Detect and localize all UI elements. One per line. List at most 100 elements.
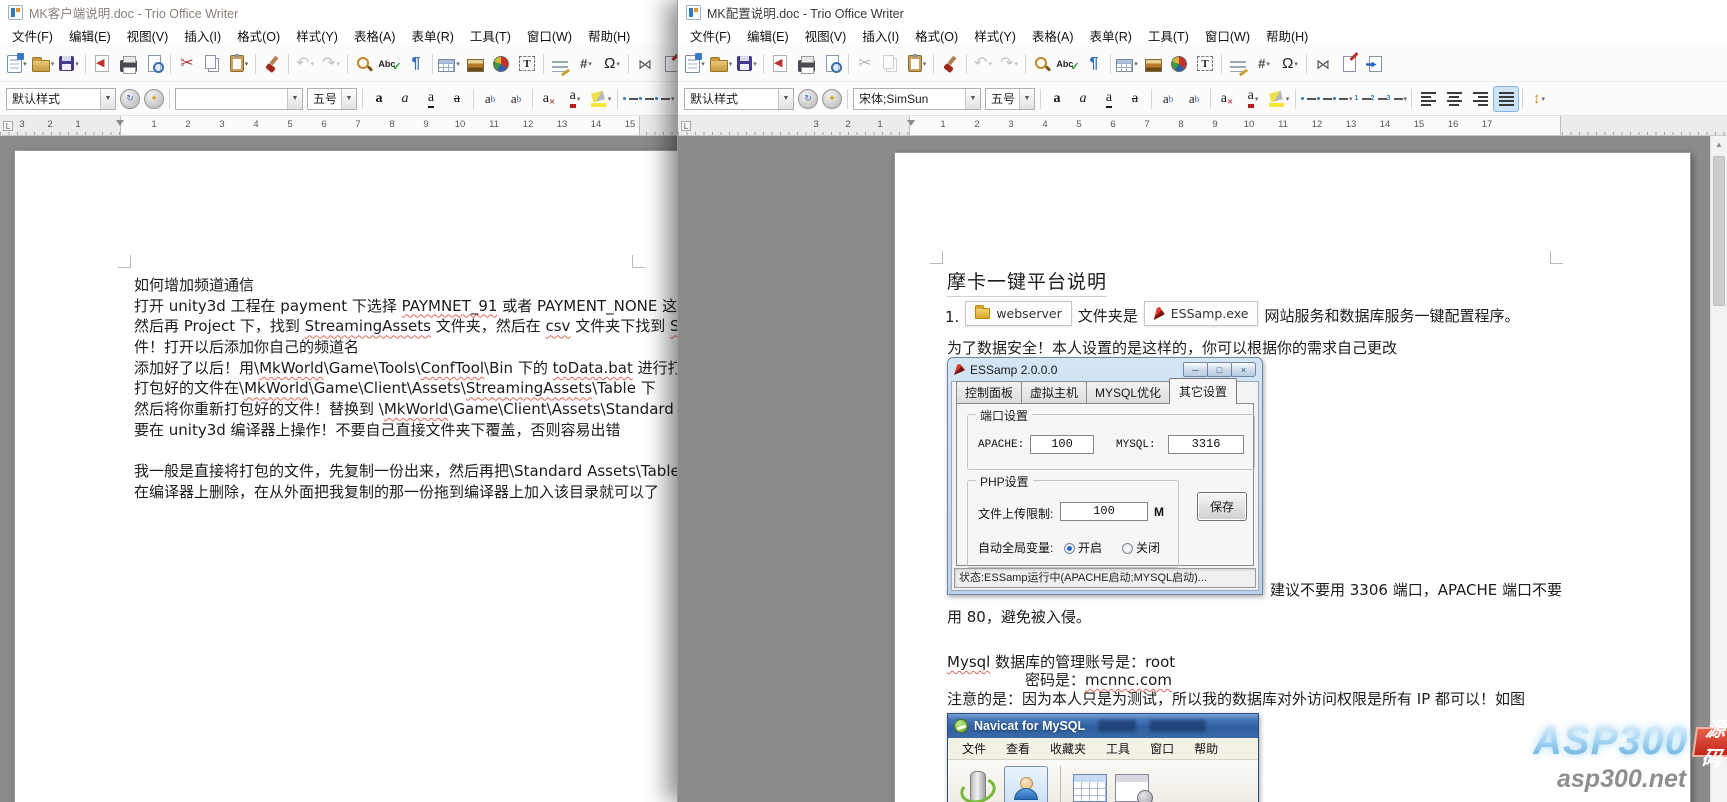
vertical-scrollbar[interactable]: ▲ (1710, 136, 1727, 802)
special-character-icon[interactable]: Ω▾ (599, 51, 625, 77)
chevron-down-icon[interactable]: ▾ (1349, 95, 1353, 103)
font-color-icon[interactable]: a▾ (1240, 86, 1266, 112)
menu-item-10[interactable]: 帮助(H) (1258, 24, 1316, 47)
text-box-icon[interactable]: T (1192, 51, 1218, 77)
chevron-down-icon[interactable]: ▾ (310, 60, 314, 68)
chevron-down-icon[interactable]: ▼ (778, 89, 793, 109)
spell-check-icon[interactable]: Abc✓ (1055, 51, 1081, 77)
webserver-folder-image[interactable]: webserver (965, 301, 1071, 326)
bullet-list-icon[interactable]: ▾ (621, 86, 676, 112)
chevron-down-icon[interactable]: ▾ (608, 95, 612, 103)
insert-field-icon[interactable] (547, 51, 573, 77)
chevron-down-icon[interactable]: ▼ (1019, 89, 1034, 109)
menu-item-3[interactable]: 插入(I) (854, 24, 907, 47)
print-icon[interactable] (793, 51, 819, 77)
chevron-down-icon[interactable]: ▾ (988, 60, 992, 68)
insert-image-icon[interactable] (1140, 51, 1166, 77)
superscript-icon[interactable]: ab (477, 86, 503, 112)
insert-comment-icon[interactable] (658, 51, 677, 77)
chevron-down-icon[interactable]: ▾ (671, 95, 675, 103)
cut-icon[interactable]: ✂ (174, 51, 200, 77)
bold-icon[interactable]: a (1044, 86, 1070, 112)
paste-icon[interactable]: ▾ (904, 51, 930, 77)
chevron-down-icon[interactable]: ▾ (729, 60, 733, 68)
insert-chart-icon[interactable] (1166, 51, 1192, 77)
chevron-down-icon[interactable]: ▾ (923, 60, 927, 68)
menu-item-1[interactable]: 编辑(E) (739, 24, 797, 47)
chevron-down-icon[interactable]: ▾ (1286, 95, 1290, 103)
titlebar-right[interactable]: MK配置说明.doc - Trio Office Writer (678, 0, 1727, 24)
menu-item-4[interactable]: 窗口 (1140, 738, 1184, 759)
menu-item-7[interactable]: 表单(R) (1082, 24, 1140, 47)
menu-item-8[interactable]: 工具(T) (1140, 24, 1197, 47)
update-style-button[interactable] (120, 89, 140, 109)
menu-item-3[interactable]: 工具 (1096, 738, 1140, 759)
chevron-down-icon[interactable]: ▾ (75, 60, 79, 68)
bold-icon[interactable]: a (366, 86, 392, 112)
subscript-icon[interactable]: ab (503, 86, 529, 112)
essamp-exe-image[interactable]: ESSamp.exe (1144, 301, 1259, 326)
formatting-marks-icon[interactable]: ¶ (1081, 51, 1107, 77)
text-box-icon[interactable]: T (514, 51, 540, 77)
strikethrough-icon[interactable]: a (1122, 86, 1148, 112)
underline-icon[interactable]: a (1096, 86, 1122, 112)
chevron-down-icon[interactable]: ▾ (245, 60, 249, 68)
font-size-combo[interactable]: 五号▼ (985, 88, 1035, 110)
document-page-left[interactable]: 如何增加频道通信打开 unity3d 工程在 payment 下选择 PAYMN… (14, 150, 677, 802)
chevron-down-icon[interactable]: ▾ (588, 60, 592, 68)
clone-formatting-icon[interactable] (937, 51, 963, 77)
chevron-down-icon[interactable]: ▼ (341, 89, 356, 109)
chevron-down-icon[interactable]: ▾ (616, 60, 620, 68)
menu-item-8[interactable]: 工具(T) (462, 24, 519, 47)
export-pdf-icon[interactable] (767, 51, 793, 77)
menu-item-2[interactable]: 视图(V) (119, 24, 177, 47)
menu-item-0[interactable]: 文件(F) (682, 24, 739, 47)
paragraph-style-combo[interactable]: 默认样式▼ (6, 88, 116, 110)
insert-table-icon[interactable]: ▾ (436, 51, 462, 77)
indent-marker[interactable] (907, 120, 915, 126)
horizontal-ruler-left[interactable]: 321123456789101112131415 (0, 116, 677, 136)
highlight-color-icon[interactable]: ▾ (1266, 86, 1292, 112)
document-page-right[interactable]: 摩卡一键平台说明 1. webserver 文件夹是 ESSamp.exe 网站… (894, 152, 1691, 802)
save-icon[interactable]: ▾ (56, 51, 82, 77)
align-center-icon[interactable] (1441, 86, 1467, 112)
chevron-down-icon[interactable]: ▾ (701, 60, 705, 68)
chevron-down-icon[interactable]: ▾ (51, 60, 55, 68)
menu-item-6[interactable]: 表格(A) (346, 24, 404, 47)
print-preview-icon[interactable] (819, 51, 845, 77)
chevron-down-icon[interactable]: ▼ (287, 89, 302, 109)
menu-item-4[interactable]: 格式(O) (229, 24, 288, 47)
special-character-icon[interactable]: Ω▾ (1277, 51, 1303, 77)
page-number-icon[interactable]: #▾ (1251, 51, 1277, 77)
insert-image-icon[interactable] (462, 51, 488, 77)
cut-icon[interactable]: ✂ (852, 51, 878, 77)
menu-item-2[interactable]: 视图(V) (797, 24, 855, 47)
menu-item-5[interactable]: 帮助 (1184, 738, 1228, 759)
menu-item-0[interactable]: 文件(F) (4, 24, 61, 47)
font-name-combo[interactable]: ▼ (175, 88, 303, 110)
menu-item-4[interactable]: 格式(O) (907, 24, 966, 47)
font-color-icon[interactable]: a▾ (562, 86, 588, 112)
open-icon[interactable]: ▾ (30, 51, 56, 77)
justify-icon[interactable] (1493, 86, 1519, 112)
menu-item-2[interactable]: 收藏夹 (1040, 738, 1096, 759)
font-size-combo[interactable]: 五号▼ (307, 88, 357, 110)
indent-marker[interactable] (116, 120, 124, 126)
print-icon[interactable] (115, 51, 141, 77)
chevron-down-icon[interactable]: ▾ (1404, 95, 1408, 103)
spell-check-icon[interactable]: Abc✓ (377, 51, 403, 77)
new-document-icon[interactable]: ▾ (4, 51, 30, 77)
hyperlink-icon[interactable]: ⋈ (1310, 51, 1336, 77)
chevron-down-icon[interactable]: ▾ (577, 95, 581, 103)
subscript-icon[interactable]: ab (1181, 86, 1207, 112)
clone-formatting-icon[interactable] (259, 51, 285, 77)
scrollbar-thumb[interactable] (1713, 156, 1725, 306)
menu-item-5[interactable]: 样式(Y) (966, 24, 1024, 47)
undo-icon[interactable]: ↶▾ (970, 51, 996, 77)
update-style-button[interactable] (798, 89, 818, 109)
tab-stop-selector[interactable]: L (681, 121, 691, 131)
menu-item-10[interactable]: 帮助(H) (580, 24, 638, 47)
numbered-list-icon[interactable]: ▾ (1354, 86, 1409, 112)
chevron-down-icon[interactable]: ▾ (23, 60, 27, 68)
line-spacing-icon[interactable]: ↕▾ (1526, 86, 1552, 112)
